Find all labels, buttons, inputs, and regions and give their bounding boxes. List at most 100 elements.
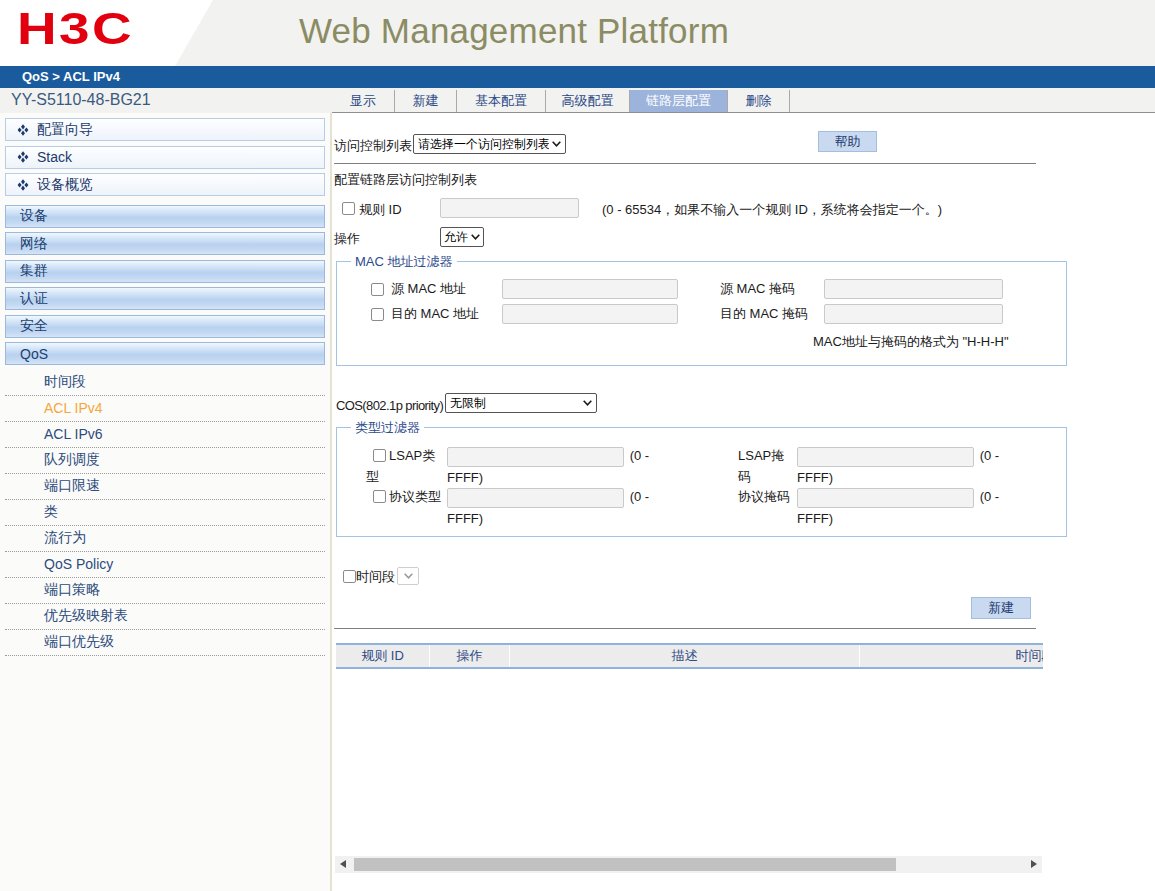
tab-create[interactable]: 新建 [395, 90, 457, 112]
tab-basic-config[interactable]: 基本配置 [457, 90, 546, 112]
lsap-mask-input-cell: (0 - FFFF) [797, 445, 1035, 489]
separator-line [334, 628, 1036, 629]
sidebar-item-label: 设备概览 [29, 176, 93, 194]
scrollbar-thumb[interactable] [354, 858, 896, 871]
h3c-logo: H3C [17, 12, 134, 45]
sidebar-category-network[interactable]: 网络 [5, 232, 325, 255]
protocol-type-checkbox[interactable] [373, 490, 386, 503]
diamond-icon [17, 179, 29, 191]
src-mac-mask-input[interactable] [824, 279, 1003, 299]
rule-id-label: 规则 ID [359, 202, 402, 217]
app-title: Web Management Platform [299, 11, 729, 51]
lsap-type-cell: LSAP类型 [366, 445, 444, 487]
src-mac-mask-label: 源 MAC 掩码 [720, 279, 795, 299]
lsap-type-checkbox[interactable] [373, 449, 386, 462]
chevron-down-icon [583, 400, 592, 406]
lsap-mask-cell: LSAP掩码 [738, 445, 794, 487]
protocol-mask-label: 协议掩码 [738, 489, 790, 504]
time-range-checkbox[interactable] [343, 570, 356, 583]
col-action: 操作 [430, 645, 510, 667]
chevron-down-icon [404, 573, 413, 579]
sidebar-category-cluster[interactable]: 集群 [5, 260, 325, 283]
action-label: 操作 [334, 231, 360, 246]
chevron-down-icon [471, 234, 480, 240]
acl-select-label: 访问控制列表 [334, 136, 412, 156]
sidebar: 配置向导 Stack 设备概览 设备 网络 集群 认证 安全 QoS 时间段 A… [0, 113, 332, 891]
dst-mac-mask-label: 目的 MAC 掩码 [720, 304, 808, 324]
rules-table-header-row: 规则 ID 操作 描述 时间段 [336, 645, 1043, 667]
col-time-range: 时间段 [860, 645, 1043, 667]
src-mac-checkbox[interactable] [371, 283, 384, 296]
cos-select-value: 无限制 [450, 395, 580, 412]
sidebar-item-port-policy[interactable]: 端口策略 [5, 578, 325, 604]
cos-label: COS(802.1p priority) [336, 396, 443, 416]
separator-line [334, 163, 1036, 164]
sidebar-item-port-rate-limit[interactable]: 端口限速 [5, 474, 325, 500]
lsap-type-input[interactable] [447, 447, 624, 467]
cos-select[interactable]: 无限制 [445, 393, 597, 413]
sidebar-category-device[interactable]: 设备 [5, 205, 325, 228]
sidebar-item-port-priority[interactable]: 端口优先级 [5, 630, 325, 656]
col-description: 描述 [510, 645, 860, 667]
tab-display[interactable]: 显示 [332, 90, 395, 112]
src-mac-input[interactable] [502, 279, 678, 299]
action-select-value: 允许 [444, 229, 468, 246]
sidebar-category-security[interactable]: 安全 [5, 315, 325, 338]
device-name: YY-S5110-48-BG21 [11, 91, 151, 109]
sidebar-item-class[interactable]: 类 [5, 500, 325, 526]
sidebar-item-device-overview[interactable]: 设备概览 [5, 173, 325, 196]
diamond-icon [17, 124, 29, 136]
sidebar-item-qos-policy[interactable]: QoS Policy [5, 552, 325, 578]
dst-mac-mask-input[interactable] [824, 304, 1003, 324]
rules-table-container: 规则 ID 操作 描述 时间段 [336, 643, 1043, 669]
rules-table: 规则 ID 操作 描述 时间段 [336, 643, 1043, 669]
mac-format-hint: MAC地址与掩码的格式为 "H-H-H" [813, 332, 1009, 352]
scroll-right-arrow-icon[interactable] [1031, 860, 1037, 868]
dst-mac-label: 目的 MAC 地址 [391, 304, 479, 324]
diamond-icon [17, 151, 29, 163]
sidebar-item-priority-mapping[interactable]: 优先级映射表 [5, 604, 325, 630]
mac-filter-legend: MAC 地址过滤器 [351, 254, 457, 269]
src-mac-label: 源 MAC 地址 [391, 279, 466, 299]
sidebar-category-authentication[interactable]: 认证 [5, 287, 325, 310]
lsap-mask-input[interactable] [797, 447, 974, 467]
dst-mac-checkbox[interactable] [371, 308, 384, 321]
rule-id-input[interactable] [440, 198, 579, 218]
col-rule-id: 规则 ID [336, 645, 430, 667]
sidebar-category-qos[interactable]: QoS [5, 342, 325, 365]
dst-mac-input[interactable] [502, 304, 678, 324]
lsap-type-input-cell: (0 - FFFF) [447, 445, 685, 489]
chevron-down-icon [552, 141, 561, 147]
sidebar-item-config-wizard[interactable]: 配置向导 [5, 118, 325, 141]
acl-select-value: 请选择一个访问控制列表 [418, 136, 549, 153]
sidebar-item-acl-ipv4[interactable]: ACL IPv4 [5, 396, 325, 422]
time-range-select[interactable] [397, 567, 419, 585]
sidebar-item-stack[interactable]: Stack [5, 146, 325, 169]
tab-bar: 显示 新建 基本配置 高级配置 链路层配置 删除 [332, 88, 1155, 113]
tab-delete[interactable]: 删除 [728, 90, 790, 112]
section-title: 配置链路层访问控制列表 [334, 170, 477, 190]
create-button[interactable]: 新建 [971, 597, 1031, 619]
horizontal-scrollbar[interactable] [335, 856, 1042, 873]
sidebar-item-queue-scheduling[interactable]: 队列调度 [5, 448, 325, 474]
acl-select[interactable]: 请选择一个访问控制列表 [413, 134, 566, 154]
sidebar-item-acl-ipv6[interactable]: ACL IPv6 [5, 422, 325, 448]
sidebar-item-time-range[interactable]: 时间段 [5, 370, 325, 396]
app-header: H3C Web Management Platform [0, 0, 1155, 66]
sidebar-item-label: Stack [29, 149, 72, 165]
time-range-label: 时间段 [356, 567, 395, 587]
sidebar-categories: 设备 网络 集群 认证 安全 QoS [0, 205, 330, 366]
type-filter-legend: 类型过滤器 [351, 420, 424, 435]
help-button[interactable]: 帮助 [818, 131, 877, 152]
tab-link-layer-config[interactable]: 链路层配置 [630, 90, 728, 112]
action-select[interactable]: 允许 [440, 227, 484, 247]
sidebar-submenu: 时间段 ACL IPv4 ACL IPv6 队列调度 端口限速 类 流行为 Qo… [0, 370, 330, 656]
rule-id-checkbox[interactable] [342, 202, 355, 215]
protocol-type-input[interactable] [447, 488, 624, 508]
sidebar-item-traffic-behavior[interactable]: 流行为 [5, 526, 325, 552]
scroll-left-arrow-icon[interactable] [340, 860, 346, 868]
breadcrumb: QoS > ACL IPv4 [22, 66, 120, 88]
protocol-type-cell: 协议类型 [366, 486, 444, 507]
tab-advanced-config[interactable]: 高级配置 [546, 90, 630, 112]
protocol-mask-input[interactable] [797, 488, 974, 508]
